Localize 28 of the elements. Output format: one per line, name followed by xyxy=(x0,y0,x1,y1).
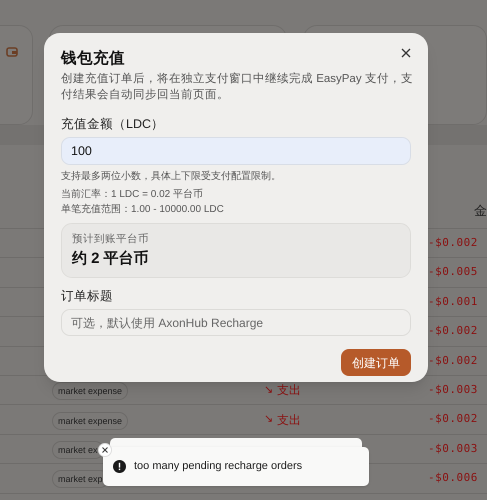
amount-text: -$0.002 xyxy=(428,411,478,428)
dialog-description: 创建充值订单后，将在独立支付窗口中继续完成 EasyPay 支付，支付结果会自动同步回当前页面。 xyxy=(61,71,414,103)
amount-text: -$0.003 xyxy=(428,382,478,398)
amount-text: -$0.001 xyxy=(428,294,478,310)
type-label: 支出 xyxy=(277,412,301,429)
amount-text: -$0.002 xyxy=(428,323,478,340)
field-label: 订单标题 xyxy=(61,288,114,304)
amount-text: -$0.006 xyxy=(428,470,478,486)
toast-message: too many pending recharge orders xyxy=(134,459,302,474)
hint-text: 当前汇率：1 LDC = 0.02 平台币 xyxy=(61,188,204,202)
field-label: 充值金额（LDC） xyxy=(61,116,166,132)
estimate-value: 约 2 平台币 xyxy=(72,249,150,269)
category-tag: market expense xyxy=(52,412,128,430)
hint-text: 支持最多两位小数，具体上下限受支付配置限制。 xyxy=(61,170,282,184)
column-header: 金 xyxy=(474,202,487,220)
amount-text: -$0.002 xyxy=(428,352,478,368)
amount-field[interactable]: 100 xyxy=(61,137,411,165)
hint-text: 单笔充值范围：1.00 - 10000.00 LDC xyxy=(61,202,225,217)
amount-text: -$0.002 xyxy=(428,234,478,251)
dialog-title: 钱包充值 xyxy=(61,48,125,69)
order-title-field[interactable]: 可选，默认使用 AxonHub Recharge xyxy=(61,309,411,336)
amount-text: -$0.003 xyxy=(428,440,478,457)
estimate-label: 预计到账平台币 xyxy=(72,232,150,246)
arrow-glyph: ↘ xyxy=(264,382,273,398)
create-order-button[interactable]: 创建订单 xyxy=(341,349,411,376)
type-label: 支出 xyxy=(277,382,301,400)
arrow-glyph: ↘ xyxy=(264,412,273,428)
amount-text: -$0.005 xyxy=(428,264,478,280)
